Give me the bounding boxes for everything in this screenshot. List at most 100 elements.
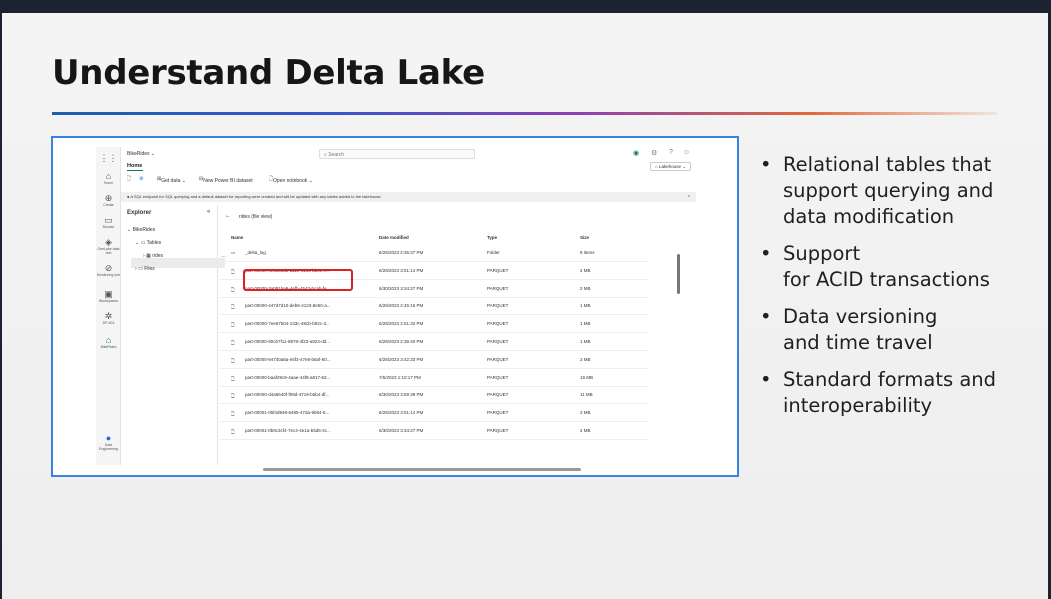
horizontal-scrollbar[interactable]: [263, 468, 581, 471]
cell-size: 1 MB: [580, 339, 591, 344]
info-banner: ● A SQL endpoint for SQL querying and a …: [121, 192, 696, 202]
top-bar: BikeRides ⌄ ⌕ Search ◉ ⚙ ? ☺: [121, 147, 696, 161]
ribbon: 🗋 ⚙ ⊞ Get data ⌄ ⊟ New Power BI dataset …: [121, 174, 696, 186]
file-view: ← rides (file view) Name Date modified T…: [219, 205, 696, 465]
cell-type: PARQUET: [487, 374, 509, 380]
cell-type: PARQUET: [487, 339, 509, 344]
app-launcher-icon[interactable]: ⋮⋮: [96, 153, 121, 163]
cell-name: part-00000-80cb7f11-8978-4f23-a923-dd...: [245, 339, 330, 344]
cell-name: _delta_log: [245, 250, 266, 255]
file-icon: 🗋: [231, 357, 235, 363]
column-header-name[interactable]: Name: [231, 235, 243, 240]
explorer-pane: Explorer « ⌄ BikeRides ⌄ ▭ Tables › ▦ ri…: [121, 205, 226, 465]
column-header-size[interactable]: Size: [580, 235, 589, 240]
account-icon[interactable]: ☺: [683, 149, 690, 156]
bullet-item: • Standard formats and interoperability: [759, 367, 1039, 419]
rail-onelake[interactable]: ◈ OneLake data hub: [96, 237, 121, 255]
folder-icon: ▭: [104, 215, 113, 225]
rail-monitoring[interactable]: ⊘ Monitoring hub: [96, 263, 121, 277]
bullet-text: Data versioning and time travel: [783, 305, 938, 354]
rail-home[interactable]: ⌂ Home: [96, 171, 121, 185]
close-icon[interactable]: ×: [688, 193, 690, 198]
lakehouse-selector[interactable]: ⌂ Lakehouse ⌄: [649, 162, 691, 171]
tab-home[interactable]: Home: [127, 163, 142, 169]
file-icon: 🗋: [231, 286, 235, 292]
tree-item-files[interactable]: › ▭ Files: [135, 266, 155, 272]
tree-item-bikerides[interactable]: ⌄ BikeRides: [127, 227, 155, 233]
bullet-item: • Relational tables that support querying…: [759, 152, 1039, 230]
settings-icon[interactable]: ⚙: [139, 176, 143, 182]
cell-size: 19 MB: [580, 374, 594, 380]
table-row[interactable]: 🗋 part-00000-baaf29c9-4aae-44f8-a817-63..…: [219, 370, 649, 387]
folder-icon: ▭: [138, 266, 143, 272]
tab-home-underline: [127, 170, 143, 171]
cell-date: 6/28/2023 2:36:37 PM: [379, 250, 424, 255]
help-icon[interactable]: ?: [669, 149, 673, 156]
workspaces-icon: ▣: [104, 289, 113, 299]
file-icon: 🗋: [231, 429, 235, 434]
rail-bikerides[interactable]: ⌂ BikeRides: [96, 335, 121, 349]
cell-date: 6/28/2023 2:36:40 PM: [379, 339, 424, 344]
column-header-type[interactable]: Type: [487, 235, 497, 240]
home-icon: ⌂: [105, 171, 112, 181]
new-dataset-button[interactable]: ⊟ New Power BI dataset: [199, 176, 253, 184]
rail-workspaces[interactable]: ▣ Workspaces: [96, 289, 121, 303]
table-row[interactable]: 🗋 part-00000-80cb7f11-8978-4f23-a923-dd..…: [219, 334, 649, 351]
cell-date: 6/30/2023 3:34:27 PM: [379, 428, 424, 433]
app-rail: ⋮⋮ ⌂ Home ⊕ Create ▭ Browse ◈ OneLake data h…: [96, 147, 121, 465]
cell-type: PARQUET: [487, 392, 509, 398]
delta-log-highlight: [243, 269, 353, 291]
new-item-icon[interactable]: 🗋: [127, 176, 131, 184]
rail-create[interactable]: ⊕ Create: [96, 193, 121, 207]
file-icon: 🗋: [231, 268, 235, 274]
rail-browse[interactable]: ▭ Browse: [96, 215, 121, 229]
cell-name: part-00000-447d7d10-deb6-4123-8e50-a...: [245, 303, 331, 309]
bullet-dot: •: [760, 368, 772, 391]
open-notebook-button[interactable]: 🗋 Open notebook ⌄: [269, 176, 313, 184]
table-row[interactable]: 🗋 part-00000-447d7d10-deb6-4123-8e50-a...…: [219, 298, 649, 316]
rail-data-engineering[interactable]: ● Data Engineering: [96, 433, 121, 451]
cell-date: 6/30/2023 3:34:27 PM: [379, 285, 424, 291]
collapse-icon[interactable]: «: [207, 209, 210, 215]
workspace-name[interactable]: BikeRides ⌄: [127, 151, 155, 157]
table-row[interactable]: ▭ _delta_log 6/28/2023 2:36:37 PM Folder 8 i…: [219, 245, 649, 262]
file-icon: 🗋: [231, 393, 235, 399]
cell-size: 2 MB: [580, 428, 591, 433]
table-row[interactable]: 🗋 part-00000-7ee67b04-133c-48cb-b92c-3...…: [219, 316, 649, 334]
plus-circle-icon: ⊕: [104, 193, 113, 203]
explorer-title: Explorer: [127, 210, 152, 216]
cell-date: 6/28/2023 3:51:14 PM: [379, 410, 424, 416]
search-input[interactable]: ⌕ Search: [319, 149, 475, 159]
file-icon: 🗋: [231, 375, 235, 381]
bullet-item: • Support for ACID transactions: [759, 241, 1039, 293]
cell-size: 1 MB: [580, 303, 591, 309]
notification-icon[interactable]: ◉: [633, 149, 639, 157]
file-icon: 🗋: [231, 411, 235, 417]
table-icon: ▦: [146, 253, 151, 259]
get-data-button[interactable]: ⊞ Get data ⌄: [157, 176, 186, 184]
rail-dp601[interactable]: ✲ DP-601: [96, 311, 121, 325]
cell-date: 6/28/2023 3:51:14 PM: [379, 267, 424, 273]
bullet-dot: •: [760, 305, 772, 328]
cell-size: 2 MB: [580, 356, 591, 362]
cell-type: PARQUET: [487, 428, 509, 433]
gear-icon[interactable]: ⚙: [651, 149, 657, 157]
table-row[interactable]: 🗋 part-00000-94740a8a-e5f3-47e8-b8af-60..…: [219, 352, 649, 369]
title-gradient-rule: [52, 112, 997, 115]
bullet-list: • Relational tables that support querying…: [759, 152, 1039, 430]
tree-item-tables[interactable]: ⌄ ▭ Tables: [135, 240, 161, 246]
workspace-icon: ✲: [104, 311, 113, 321]
slide: Understand Delta Lake ⋮⋮ ⌂ Home ⊕ Create ▭…: [2, 13, 1048, 599]
bullet-text: Relational tables that support querying …: [783, 153, 994, 228]
vertical-scrollbar[interactable]: [677, 254, 680, 294]
lakehouse-icon: ⌂: [105, 335, 112, 345]
table-row[interactable]: 🗋 part-00001-05f4d948-6495-47da-9b84-6...…: [219, 405, 649, 423]
back-icon[interactable]: ←: [225, 213, 231, 219]
table-row[interactable]: 🗋 part-00001-0b9c3cf4-7ec4-4e1a-b5d6-2c..…: [219, 423, 649, 440]
screenshot-frame: ⋮⋮ ⌂ Home ⊕ Create ▭ Browse ◈ OneLake data h…: [51, 136, 739, 477]
column-header-date[interactable]: Date modified: [379, 235, 409, 240]
cell-size: 2 MB: [580, 267, 591, 273]
tree-item-rides[interactable]: › ▦ rides…: [143, 253, 226, 259]
file-icon: 🗋: [231, 340, 235, 345]
table-row[interactable]: 🗋 part-00000-d4a6640f-f09d-4719-b5b4-df..…: [219, 387, 649, 405]
